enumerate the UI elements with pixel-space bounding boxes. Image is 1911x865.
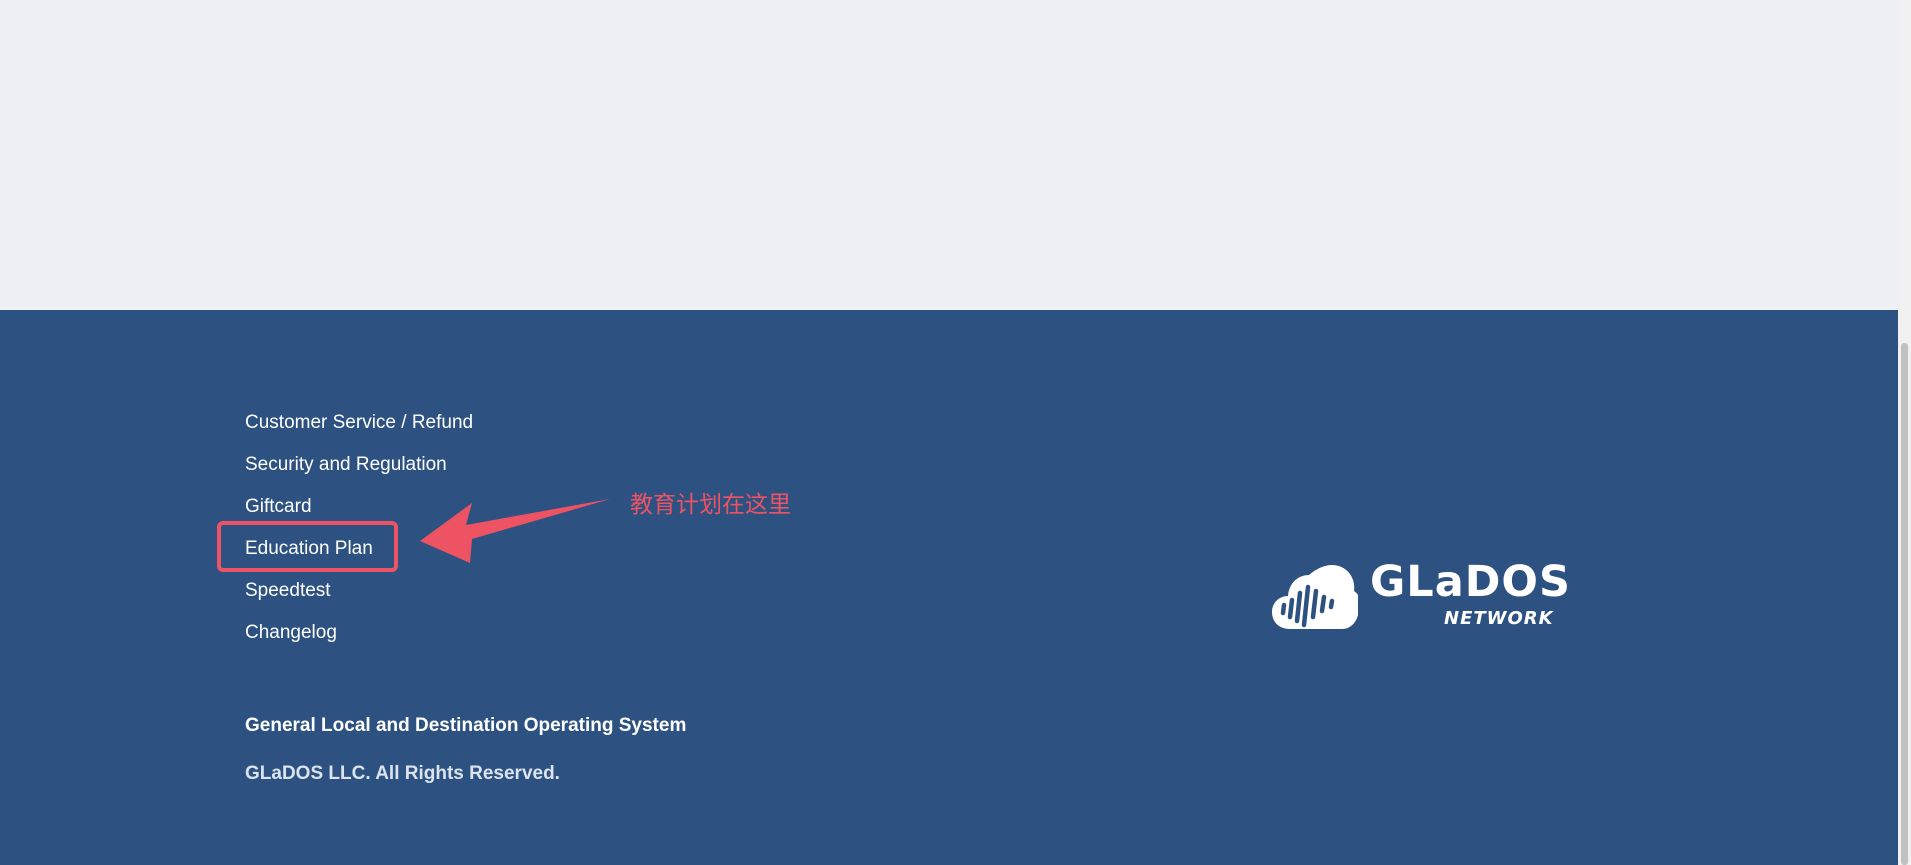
footer-link-customer-service[interactable]: Customer Service / Refund <box>245 402 473 444</box>
footer-tagline: General Local and Destination Operating … <box>245 715 687 736</box>
site-footer: Customer Service / Refund Security and R… <box>0 310 1898 865</box>
page-scrollbar[interactable] <box>1898 0 1911 865</box>
footer-link-speedtest[interactable]: Speedtest <box>245 570 473 612</box>
glados-logo[interactable]: GLaDOS NETWORK <box>1272 557 1570 645</box>
scrollbar-thumb[interactable] <box>1901 343 1908 865</box>
annotation-highlight-box <box>217 521 398 572</box>
page-content-area <box>0 0 1898 310</box>
logo-wordmark: GLaDOS <box>1370 557 1571 607</box>
annotation-arrow-icon <box>420 499 610 563</box>
annotation-note: 教育计划在这里 <box>630 492 791 518</box>
cloud-soundwave-icon <box>1272 565 1358 629</box>
footer-copyright: GLaDOS LLC. All Rights Reserved. <box>245 763 560 784</box>
footer-link-changelog[interactable]: Changelog <box>245 612 473 654</box>
logo-subtitle: NETWORK <box>1444 608 1554 629</box>
footer-link-security[interactable]: Security and Regulation <box>245 444 473 486</box>
